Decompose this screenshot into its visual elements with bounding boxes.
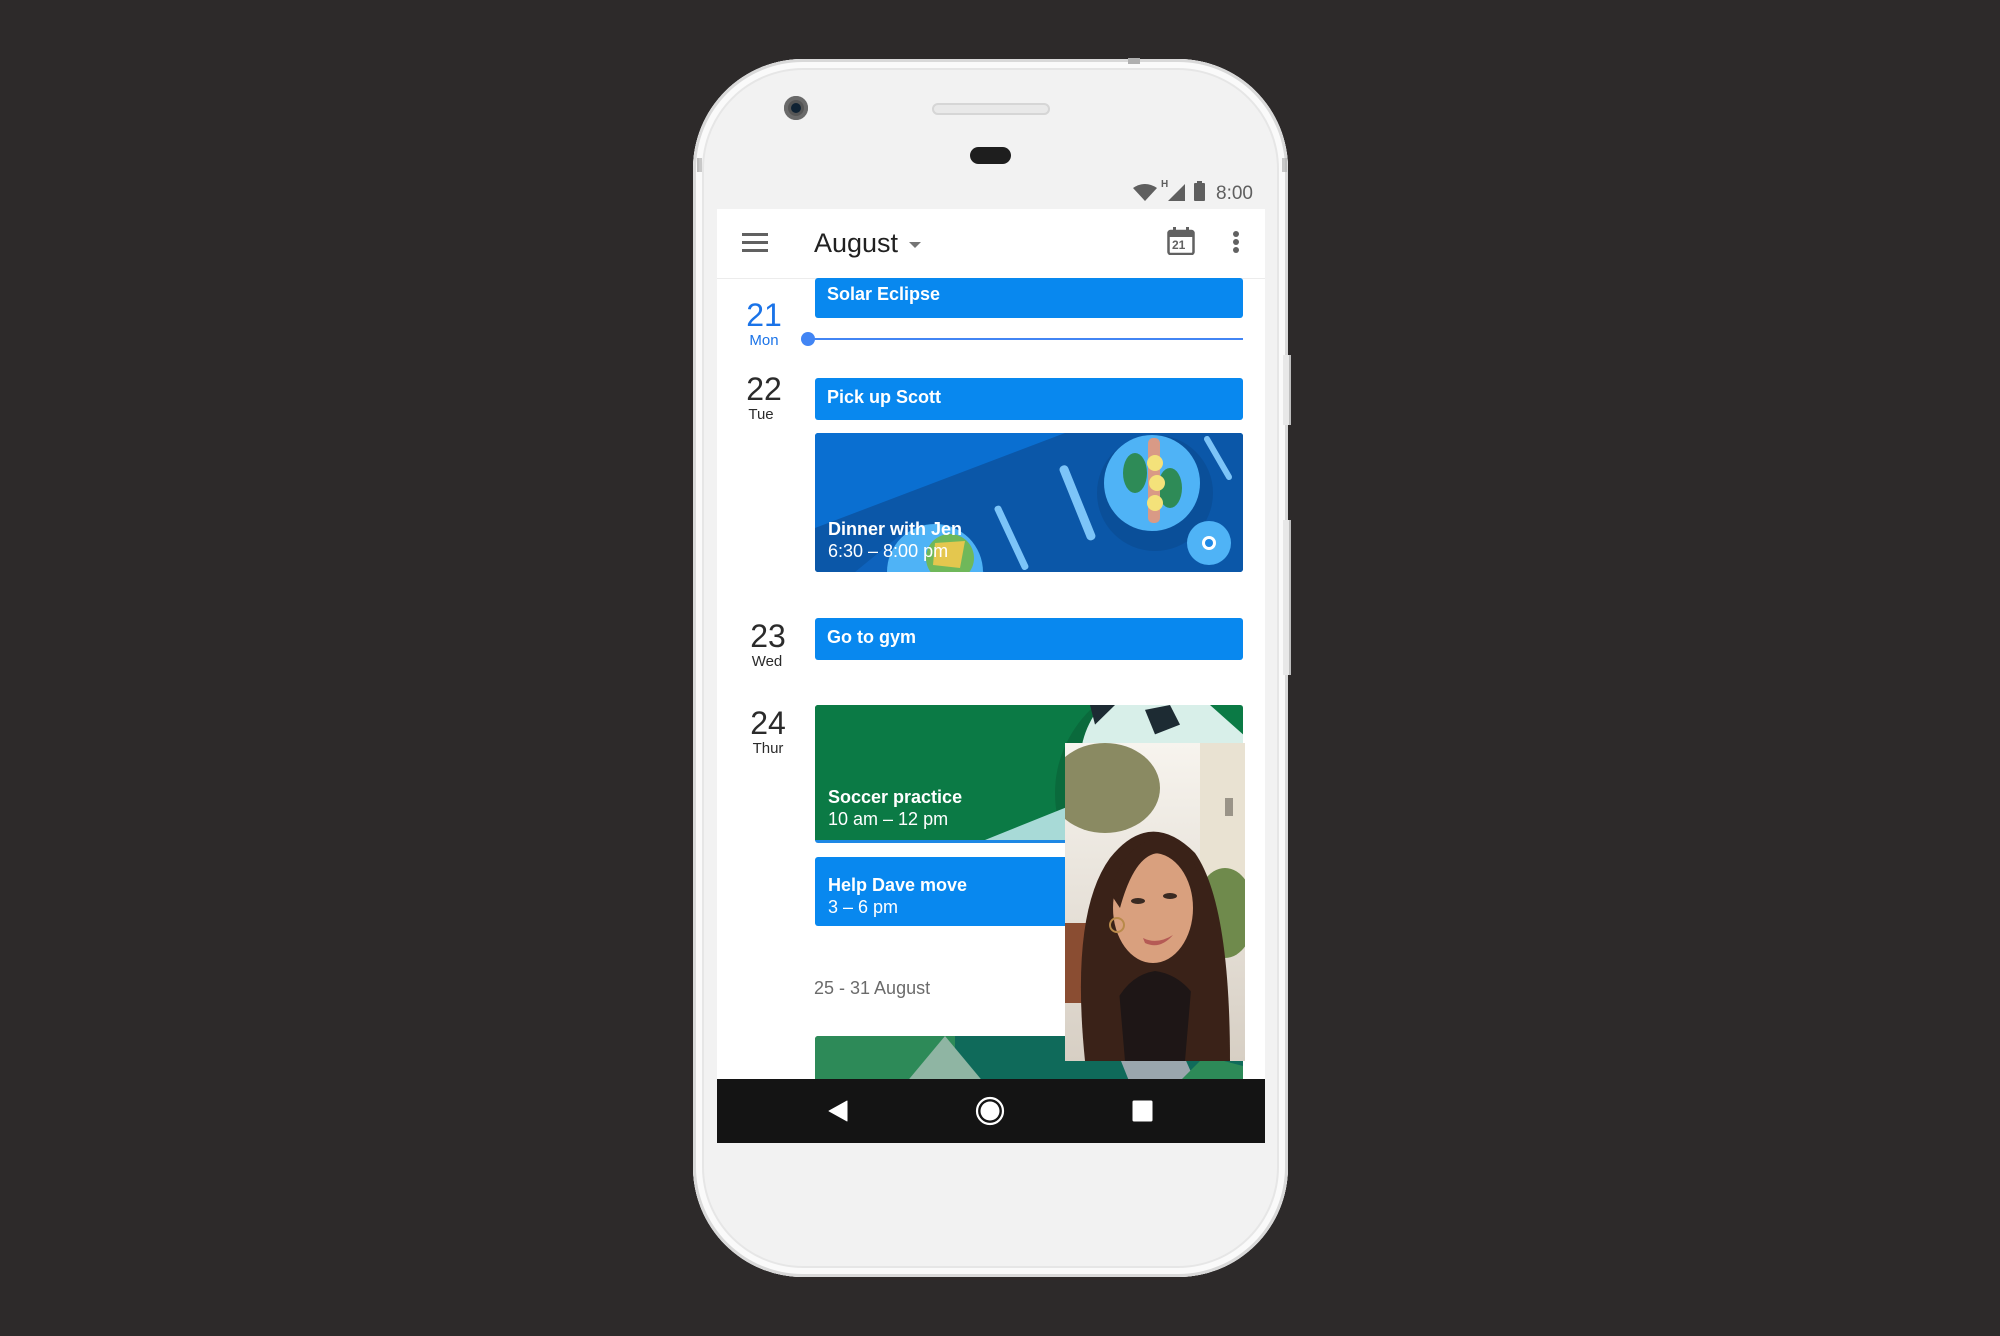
right-side-marker <box>1282 158 1287 172</box>
status-time: 8:00 <box>1216 183 1253 204</box>
day-number: 22 <box>746 371 782 407</box>
event-title: Solar Eclipse <box>827 284 941 304</box>
proximity-sensor <box>970 147 1011 164</box>
current-time-dot <box>801 332 815 346</box>
day-number: 24 <box>750 705 786 741</box>
event-time: 6:30 – 8:00 pm <box>828 541 949 561</box>
wifi-icon <box>1133 184 1157 201</box>
today-date-number: 21 <box>1172 238 1186 252</box>
schedule-list[interactable]: 21 Mon Solar Eclipse 22 Tue Pick up Scot… <box>717 278 1265 1079</box>
month-title[interactable]: August <box>814 228 898 259</box>
system-nav-bar <box>717 1079 1265 1143</box>
battery-icon <box>1194 181 1205 201</box>
event-card[interactable]: Pick up Scott <box>815 378 1243 420</box>
home-icon[interactable] <box>975 1096 1005 1126</box>
event-card-illustrated[interactable]: Dinner with Jen 6:30 – 8:00 pm <box>815 433 1243 572</box>
day-weekday: Mon <box>749 332 779 349</box>
front-camera <box>784 96 808 120</box>
hamburger-menu-icon[interactable] <box>742 232 768 252</box>
calendar-screen: August 21 21 Mon Solar Eclipse 22 Tue Pi… <box>717 209 1265 1079</box>
event-title: Dinner with Jen <box>828 519 963 539</box>
pip-video-frame <box>1065 743 1245 1061</box>
recents-icon[interactable] <box>1132 1100 1153 1122</box>
event-title: Help Dave move <box>828 875 968 895</box>
event-text: Help Dave move 3 – 6 pm <box>828 874 967 918</box>
pip-video-window[interactable] <box>1065 743 1245 1061</box>
app-bar: August 21 <box>717 209 1265 279</box>
cell-signal-icon <box>1168 184 1185 201</box>
day-weekday: Tue <box>748 406 774 423</box>
back-icon[interactable] <box>828 1100 848 1122</box>
volume-button <box>1283 520 1291 675</box>
event-time: 3 – 6 pm <box>828 897 899 917</box>
top-marker <box>1128 58 1140 64</box>
day-number: 21 <box>746 297 782 333</box>
event-title: Soccer practice <box>828 787 963 807</box>
event-text: Soccer practice 10 am – 12 pm <box>828 786 962 830</box>
earpiece-speaker <box>932 103 1050 115</box>
calendar-today-icon[interactable]: 21 <box>1167 227 1195 256</box>
event-card[interactable]: Go to gym <box>815 618 1243 660</box>
event-title: Go to gym <box>827 627 916 647</box>
event-title: Pick up Scott <box>827 387 942 407</box>
event-card[interactable]: Solar Eclipse <box>815 278 1243 318</box>
day-weekday: Thur <box>752 740 784 757</box>
day-number: 23 <box>750 618 786 654</box>
dropdown-caret-icon[interactable] <box>909 242 921 248</box>
more-vert-icon[interactable] <box>1229 231 1243 253</box>
week-range-label: 25 - 31 August <box>814 978 931 998</box>
event-time: 10 am – 12 pm <box>828 809 949 829</box>
left-side-marker <box>697 158 702 172</box>
power-button <box>1283 355 1291 425</box>
current-time-line <box>809 338 1243 340</box>
status-bar: H 8:00 <box>717 175 1265 208</box>
day-weekday: Wed <box>751 653 783 670</box>
event-text: Dinner with Jen 6:30 – 8:00 pm <box>828 518 962 562</box>
